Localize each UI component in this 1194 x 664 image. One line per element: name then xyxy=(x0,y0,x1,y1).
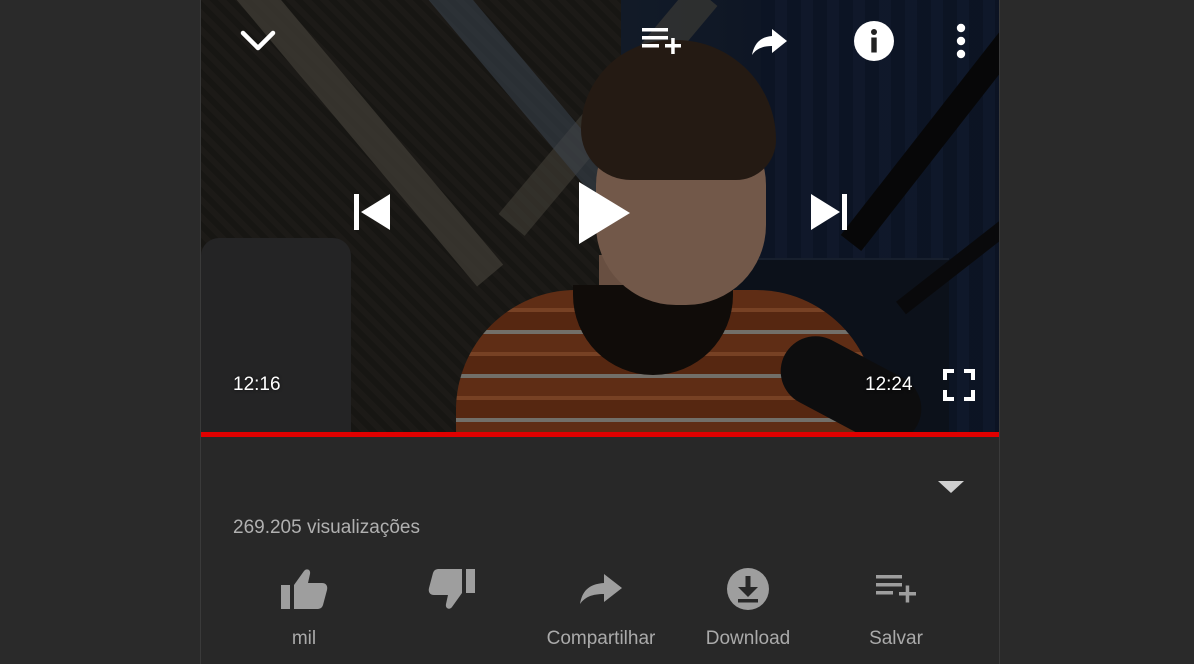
skip-previous-icon xyxy=(354,194,390,230)
chevron-down-icon xyxy=(240,30,276,51)
save-button[interactable]: Salvar xyxy=(826,563,966,663)
save-label: Salvar xyxy=(869,628,923,649)
download-label: Download xyxy=(705,628,791,649)
total-time: 12:24 xyxy=(865,374,913,395)
share-icon xyxy=(752,29,787,55)
video-player[interactable]: 12:16 12:24 xyxy=(201,0,999,433)
minimize-button[interactable] xyxy=(233,20,283,62)
previous-button[interactable] xyxy=(347,186,397,238)
share-label: Compartilhar xyxy=(546,628,656,649)
fullscreen-button[interactable] xyxy=(939,366,979,404)
like-count: mil xyxy=(291,628,317,649)
expand-description-button[interactable] xyxy=(929,473,973,501)
video-info-panel: 269.205 visualizações mil Compartilhar D… xyxy=(201,437,999,664)
skip-next-icon xyxy=(811,194,847,230)
info-icon xyxy=(854,21,894,61)
like-button[interactable]: mil xyxy=(234,563,374,663)
more-vert-icon xyxy=(956,23,966,59)
play-icon xyxy=(579,182,630,244)
caret-down-icon xyxy=(938,481,964,493)
phone-screen: 12:16 12:24 269.205 visualizações mil Co… xyxy=(200,0,1000,664)
add-to-queue-icon xyxy=(642,28,681,54)
thumbs-down-icon xyxy=(428,569,475,609)
thumbs-up-icon xyxy=(281,569,328,609)
fullscreen-icon xyxy=(943,369,975,401)
info-button[interactable] xyxy=(849,20,899,62)
current-time: 12:16 xyxy=(233,374,281,395)
next-button[interactable] xyxy=(804,186,854,238)
share-icon xyxy=(580,574,622,604)
share-button-overlay[interactable] xyxy=(745,20,795,62)
dislike-button[interactable] xyxy=(382,563,522,663)
view-count: 269.205 visualizações xyxy=(233,517,420,538)
more-options-button[interactable] xyxy=(941,20,981,62)
add-to-queue-button[interactable] xyxy=(637,20,687,62)
play-button[interactable] xyxy=(571,175,637,251)
share-button[interactable]: Compartilhar xyxy=(531,563,671,663)
download-icon xyxy=(727,568,769,610)
download-button[interactable]: Download xyxy=(678,563,818,663)
playlist-add-icon xyxy=(876,575,916,603)
